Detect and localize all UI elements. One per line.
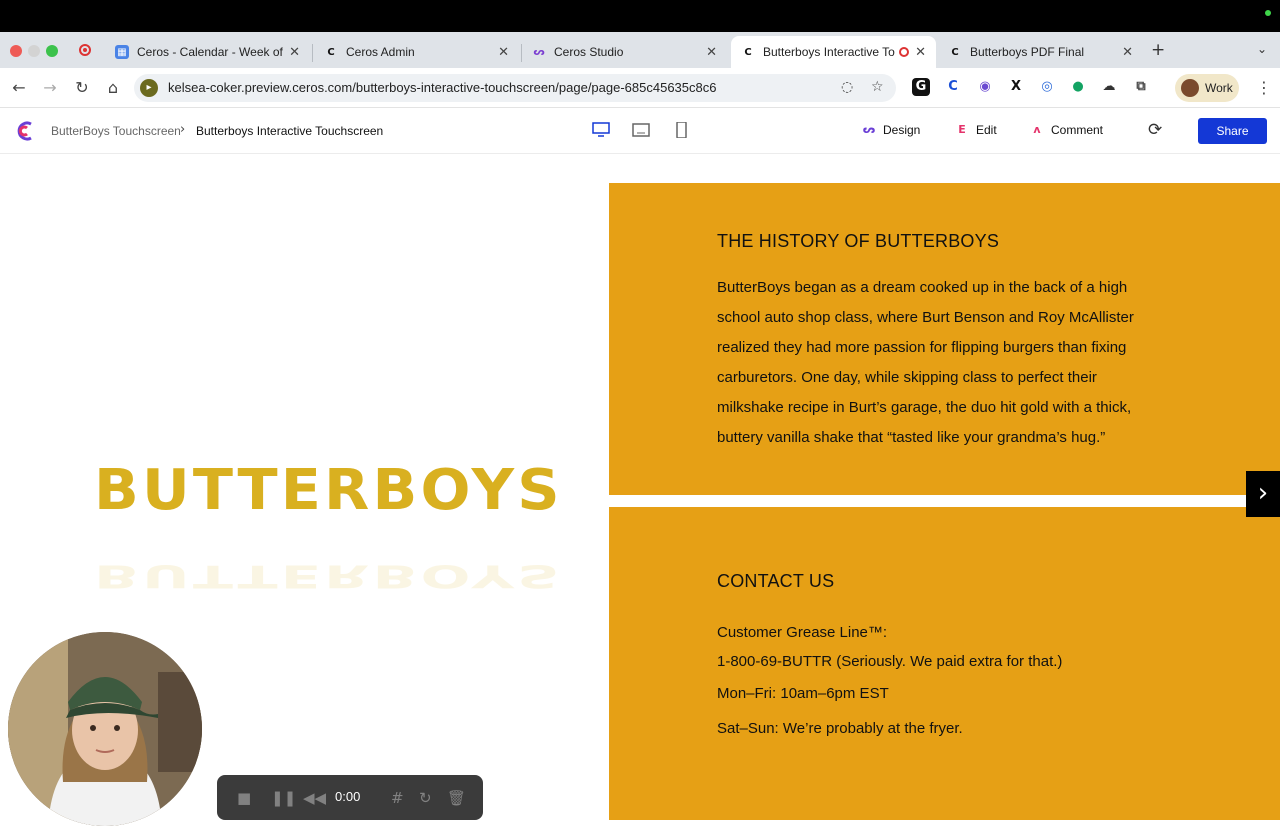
ceros-icon: C — [327, 46, 335, 58]
grid-icon[interactable]: # — [391, 789, 404, 807]
history-panel: THE HISTORY OF BUTTERBOYS ButterBoys beg… — [609, 183, 1280, 495]
mobile-view-icon[interactable] — [672, 122, 690, 138]
design-mode-button[interactable]: ᔕ Design — [862, 123, 921, 137]
restart-icon[interactable]: ↻ — [419, 789, 432, 807]
ceros-icon: C — [951, 46, 959, 58]
breadcrumb-current: Butterboys Interactive Touchscreen — [196, 124, 384, 138]
rewind-icon[interactable]: ◀◀ — [303, 789, 326, 807]
recorder-control-bar: ■ ❚❚ ◀◀ 0:00 # ↻ 🗑 — [217, 775, 483, 820]
weekend-hours: Sat–Sun: We’re probably at the fryer. — [717, 720, 963, 737]
profile-button[interactable]: Work — [1175, 74, 1239, 102]
comment-label: Comment — [1051, 123, 1104, 137]
comment-mode-button[interactable]: ʌ Comment — [1030, 123, 1103, 137]
ceros-icon: C — [744, 46, 752, 58]
recording-icon — [899, 47, 910, 57]
extension-g-icon[interactable]: G — [912, 78, 930, 96]
extension-grammarly-icon[interactable]: ● — [1069, 78, 1087, 96]
tablet-view-icon[interactable] — [632, 122, 650, 138]
record-dot-icon — [79, 44, 91, 56]
forward-arrow-icon[interactable]: → — [40, 78, 60, 98]
close-icon[interactable]: ✕ — [498, 44, 509, 60]
url-text[interactable]: kelsea-coker.preview.ceros.com/butterboy… — [168, 80, 716, 95]
extension-badge-icon[interactable]: ◉ — [976, 78, 994, 96]
stop-icon[interactable]: ■ — [237, 789, 251, 807]
butterboys-wordmark: BUTTERBOYS — [94, 458, 563, 523]
address-bar[interactable]: ▸ kelsea-coker.preview.ceros.com/butterb… — [134, 74, 896, 102]
next-page-arrow-icon[interactable]: › — [1246, 471, 1280, 517]
tab-title: Ceros - Calendar - Week of J — [137, 45, 284, 59]
extension-c-icon[interactable]: C — [944, 78, 962, 96]
weekday-hours: Mon–Fri: 10am–6pm EST — [717, 685, 889, 702]
window-minimize-button[interactable] — [28, 45, 40, 57]
contact-heading: CONTACT US — [717, 571, 835, 591]
avatar — [1181, 79, 1199, 97]
extension-globe-icon[interactable]: ◎ — [1038, 78, 1056, 96]
home-icon[interactable]: ⌂ — [103, 78, 123, 98]
phone-number: 1-800-69-BUTTR (Seriously. We paid extra… — [717, 653, 1063, 670]
back-arrow-icon[interactable]: ← — [9, 78, 29, 98]
reload-icon[interactable]: ↻ — [72, 78, 92, 98]
calendar-icon: ▦ — [115, 45, 129, 59]
extensions-puzzle-icon[interactable]: ⧉ — [1132, 78, 1150, 96]
presenter-image — [8, 632, 202, 826]
share-button[interactable]: Share — [1198, 118, 1267, 144]
extension-x-icon[interactable]: X — [1007, 78, 1025, 96]
tab-title: Ceros Admin — [346, 45, 415, 59]
close-icon[interactable]: ✕ — [289, 44, 300, 60]
window-maximize-button[interactable] — [46, 45, 58, 57]
profile-label: Work — [1205, 81, 1233, 95]
tab-ceros-studio[interactable]: ᔕ Ceros Studio ✕ — [522, 36, 727, 68]
trash-icon[interactable]: 🗑 — [447, 789, 466, 807]
site-info-icon[interactable]: ▸ — [140, 79, 158, 97]
browser-tab-strip: ▦ Ceros - Calendar - Week of J ✕ C Ceros… — [0, 32, 1280, 68]
eye-off-icon[interactable]: ◌ — [841, 79, 853, 95]
webcam-bubble — [8, 632, 202, 826]
tab-calendar[interactable]: ▦ Ceros - Calendar - Week of J ✕ — [105, 36, 310, 68]
pause-icon[interactable]: ❚❚ — [271, 789, 296, 807]
os-top-bar — [0, 0, 1280, 32]
recording-indicator-dot — [1265, 10, 1271, 16]
ceros-studio-icon: ᔕ — [533, 46, 545, 58]
edit-mode-button[interactable]: E Edit — [955, 123, 997, 137]
recording-time: 0:00 — [335, 789, 361, 804]
history-body-text: ButterBoys began as a dream cooked up in… — [717, 279, 1134, 446]
bookmark-star-icon[interactable]: ☆ — [871, 79, 884, 95]
close-icon[interactable]: ✕ — [1122, 44, 1133, 60]
new-tab-button[interactable]: + — [1151, 40, 1165, 60]
grease-line-label: Customer Grease Line™: — [717, 624, 888, 641]
chevron-right-icon: › — [180, 122, 186, 137]
design-icon: ᔕ — [862, 123, 876, 136]
tab-ceros-admin[interactable]: C Ceros Admin ✕ — [314, 36, 519, 68]
extension-cloud-icon[interactable]: ☁ — [1100, 78, 1118, 96]
comment-icon: ʌ — [1033, 123, 1041, 136]
tab-search-chevron-icon[interactable]: ⌄ — [1257, 42, 1267, 56]
history-heading: THE HISTORY OF BUTTERBOYS — [717, 231, 1000, 251]
desktop-view-icon[interactable] — [592, 122, 610, 138]
tab-title: Butterboys PDF Final — [970, 45, 1085, 59]
tab-title: Ceros Studio — [554, 45, 624, 59]
refresh-preview-icon[interactable]: ⟳ — [1148, 120, 1162, 140]
window-close-button[interactable] — [10, 45, 22, 57]
close-icon[interactable]: ✕ — [915, 44, 926, 60]
tab-title: Butterboys Interactive To — [763, 45, 895, 59]
tab-butterboys-pdf[interactable]: C Butterboys PDF Final ✕ — [938, 36, 1143, 68]
browser-menu-icon[interactable]: ⋮ — [1254, 78, 1274, 98]
design-label: Design — [883, 123, 921, 137]
ceros-logo-icon[interactable] — [14, 119, 38, 143]
ceros-app-bar: ButterBoys Touchscreen › Butterboys Inte… — [0, 108, 1280, 154]
browser-toolbar: ← → ↻ ⌂ ▸ kelsea-coker.preview.ceros.com… — [0, 68, 1280, 108]
breadcrumb-parent[interactable]: ButterBoys Touchscreen — [51, 124, 181, 138]
edit-icon: E — [958, 123, 966, 136]
edit-label: Edit — [976, 123, 997, 137]
contact-panel: CONTACT US Customer Grease Line™: 1-800-… — [609, 507, 1280, 820]
butterboys-wordmark-reflection: BUTTERBOYS — [94, 558, 563, 594]
close-icon[interactable]: ✕ — [706, 44, 717, 60]
tab-butterboys-interactive[interactable]: C Butterboys Interactive To ✕ — [731, 36, 936, 68]
